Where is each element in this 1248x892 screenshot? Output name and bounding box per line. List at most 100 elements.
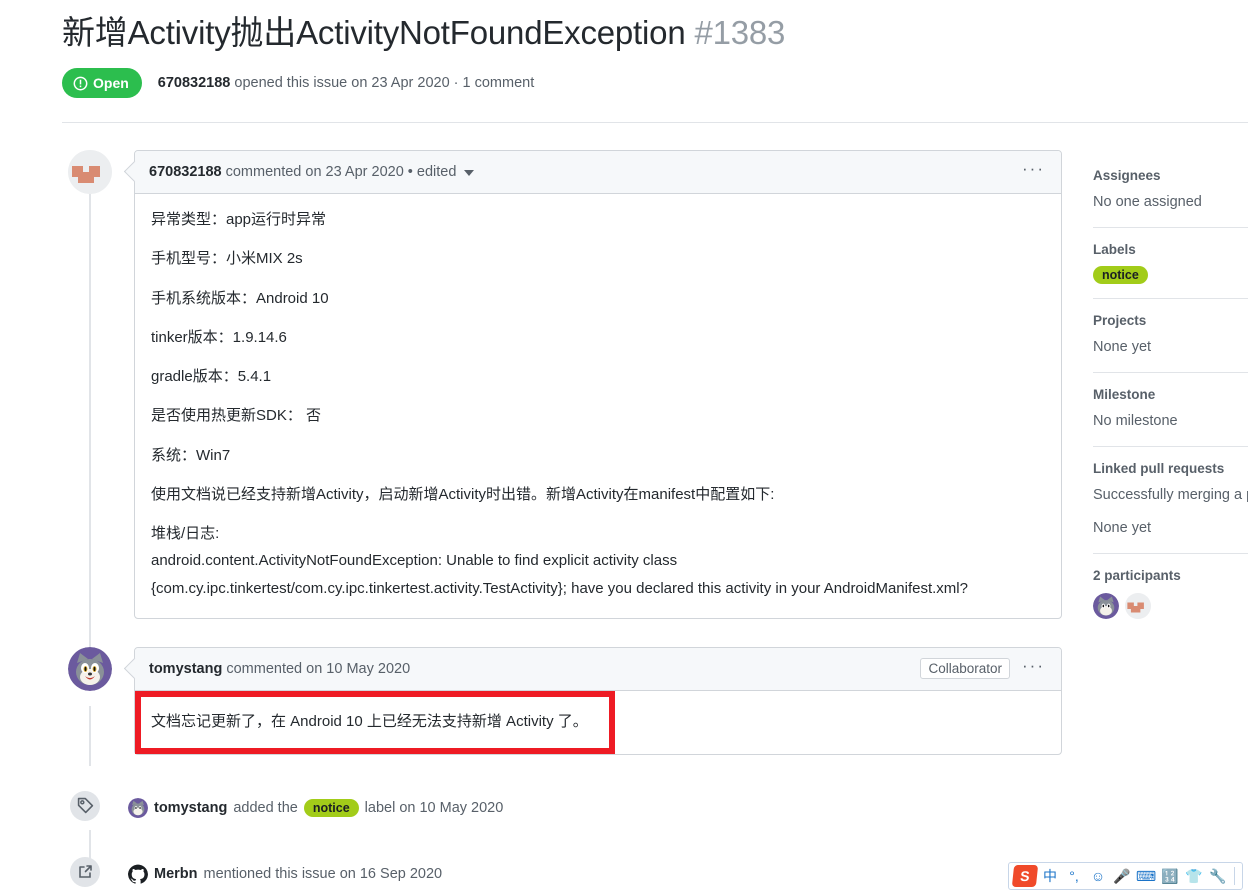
- identicon-avatar: [1125, 593, 1151, 620]
- comment-box: tomystang commented on 10 May 2020 Colla…: [134, 646, 1062, 755]
- tom-cat-avatar: [128, 797, 148, 818]
- ime-settings-icon[interactable]: 🔧: [1207, 865, 1229, 887]
- issue-timeline: 670832188 commented on 23 Apr 2020 • edi…: [62, 150, 1062, 891]
- sidebar-value: No one assigned: [1093, 194, 1202, 210]
- chevron-down-icon[interactable]: [464, 164, 475, 180]
- ime-punctuation-icon[interactable]: °,: [1063, 865, 1085, 887]
- comment-timestamp: commented on 23 Apr 2020 • edited: [225, 164, 457, 180]
- ime-emoji-icon[interactable]: ☺: [1087, 865, 1109, 887]
- sogou-logo-icon[interactable]: S: [1011, 865, 1039, 887]
- tom-cat-avatar: [1093, 593, 1119, 620]
- identicon-avatar: [68, 150, 112, 194]
- github-mark-icon: [128, 864, 148, 884]
- stack-heading: 堆栈/日志:: [151, 525, 220, 542]
- comment-header: 670832188 commented on 23 Apr 2020 • edi…: [135, 151, 1061, 194]
- ime-toolbar[interactable]: S 中 °, ☺ 🎤 ⌨ 🔢 👕 🔧: [1008, 862, 1243, 890]
- ime-mode-chinese-icon[interactable]: 中: [1039, 865, 1061, 887]
- avatar[interactable]: [68, 150, 112, 194]
- comment-header-right: Collaborator ···: [920, 657, 1047, 680]
- issue-title-text: 新增Activity抛出ActivityNotFoundException: [62, 14, 686, 51]
- issue-number: #1383: [694, 14, 786, 51]
- comment-options-button[interactable]: ···: [1020, 160, 1047, 180]
- label-chip[interactable]: notice: [1093, 266, 1148, 285]
- stack-line: {com.cy.ipc.tinkertest/com.cy.ipc.tinker…: [151, 579, 968, 597]
- ime-keyboard-icon[interactable]: ⌨: [1135, 865, 1157, 887]
- issue-opened-icon: [73, 76, 88, 90]
- ime-voice-icon[interactable]: 🎤: [1111, 865, 1133, 887]
- sidebar-note: Successfully merging a pul issue.: [1093, 487, 1248, 504]
- event-suffix: label on 10 May 2020: [364, 799, 504, 816]
- sidebar-title[interactable]: Assignees: [1093, 168, 1248, 183]
- avatar[interactable]: [68, 646, 112, 691]
- issue-header: 新增Activity抛出ActivityNotFoundException #1…: [62, 12, 1062, 98]
- sidebar-title[interactable]: Milestone: [1093, 387, 1248, 402]
- comment-options-button[interactable]: ···: [1020, 657, 1047, 677]
- comment-header: tomystang commented on 10 May 2020 Colla…: [135, 647, 1061, 691]
- header-divider: [62, 122, 1248, 123]
- comment-line: 文档忘记更新了，在 Android 10 上已经无法支持新增 Activity …: [151, 712, 588, 730]
- comment-line: 系统：Win7: [151, 446, 231, 464]
- sidebar-title[interactable]: Projects: [1093, 313, 1248, 328]
- page-title: 新增Activity抛出ActivityNotFoundException #1…: [62, 12, 1062, 54]
- sidebar-title: 2 participants: [1093, 568, 1181, 584]
- timeline-rail: [89, 706, 91, 766]
- avatar[interactable]: [1093, 593, 1119, 620]
- comment-thread-item: tomystang commented on 10 May 2020 Colla…: [62, 646, 1062, 755]
- sidebar-section-assignees: Assignees No one assigned: [1093, 168, 1248, 227]
- comment-line: 手机型号：小米MIX 2s: [151, 250, 303, 268]
- ime-calendar-icon[interactable]: 🔢: [1159, 865, 1181, 887]
- issue-author[interactable]: 670832188: [158, 75, 231, 91]
- comment-line: 是否使用热更新SDK： 否: [151, 407, 322, 425]
- comment-thread-item: 670832188 commented on 23 Apr 2020 • edi…: [62, 150, 1062, 619]
- sidebar-value: None yet: [1093, 520, 1152, 537]
- participants-list: [1093, 593, 1248, 620]
- sidebar-section-milestone: Milestone No milestone: [1093, 372, 1248, 446]
- timeline-event-text: tomystang added the notice label on 10 M…: [128, 797, 504, 818]
- event-prefix: added the: [233, 799, 298, 816]
- sidebar-title[interactable]: Labels: [1093, 242, 1248, 257]
- ime-separator: [1234, 867, 1235, 885]
- sidebar-section-participants: 2 participants: [1093, 553, 1248, 633]
- timeline-event: Merbn mentioned this issue on 16 Sep 202…: [62, 856, 1062, 891]
- issue-page: 新增Activity抛出ActivityNotFoundException #1…: [0, 0, 1248, 892]
- comment-header-left: 670832188 commented on 23 Apr 2020 • edi…: [149, 164, 475, 180]
- stack-line: android.content.ActivityNotFoundExceptio…: [151, 552, 678, 570]
- comment-timestamp: commented on 10 May 2020: [226, 660, 411, 677]
- event-suffix: mentioned this issue on 16 Sep 2020: [203, 865, 443, 882]
- comment-header-left: tomystang commented on 10 May 2020: [149, 661, 410, 677]
- ime-skin-icon[interactable]: 👕: [1183, 865, 1205, 887]
- status-badge-label: Open: [93, 75, 129, 91]
- label-chip[interactable]: notice: [303, 798, 359, 817]
- comment-body: 文档忘记更新了，在 Android 10 上已经无法支持新增 Activity …: [135, 690, 1061, 754]
- status-badge[interactable]: Open: [62, 68, 142, 98]
- comment-author[interactable]: tomystang: [149, 661, 222, 677]
- event-actor[interactable]: Merbn: [154, 866, 198, 882]
- avatar[interactable]: [128, 797, 148, 818]
- issue-sidebar: Assignees No one assigned Labels notice …: [1093, 168, 1248, 633]
- sidebar-value: None yet: [1093, 339, 1152, 356]
- comment-author[interactable]: 670832188: [149, 164, 222, 180]
- comment-header-right: ···: [1020, 160, 1047, 180]
- cross-reference-icon: [70, 856, 100, 887]
- tom-cat-avatar: [68, 646, 112, 691]
- comment-line: 使用文档说已经支持新增Activity，启动新增Activity时出错。新增Ac…: [151, 485, 775, 503]
- avatar[interactable]: [1125, 593, 1151, 620]
- issue-meta-text: 670832188 opened this issue on 23 Apr 20…: [158, 75, 534, 91]
- timeline-event-text: Merbn mentioned this issue on 16 Sep 202…: [128, 864, 442, 884]
- comment-box: 670832188 commented on 23 Apr 2020 • edi…: [134, 150, 1062, 619]
- collaborator-badge: Collaborator: [920, 658, 1011, 680]
- issue-meta-row: Open 670832188 opened this issue on 23 A…: [62, 68, 1062, 98]
- sidebar-section-projects: Projects None yet: [1093, 298, 1248, 372]
- sidebar-title[interactable]: Linked pull requests: [1093, 461, 1248, 476]
- octocat-avatar[interactable]: [128, 864, 148, 884]
- sidebar-section-linked-prs: Linked pull requests Successfully mergin…: [1093, 446, 1248, 553]
- comment-body: 异常类型：app运行时异常 手机型号：小米MIX 2s 手机系统版本：Andro…: [135, 194, 1061, 618]
- tag-icon: [70, 790, 100, 821]
- issue-meta-suffix: opened this issue on 23 Apr 2020 · 1 com…: [234, 75, 535, 91]
- sidebar-value: No milestone: [1093, 413, 1178, 430]
- event-actor[interactable]: tomystang: [154, 800, 227, 816]
- sidebar-section-labels: Labels notice: [1093, 227, 1248, 298]
- timeline-event: tomystang added the notice label on 10 M…: [62, 790, 1062, 825]
- highlight-annotation-box: 文档忘记更新了，在 Android 10 上已经无法支持新增 Activity …: [135, 690, 615, 754]
- comment-line: gradle版本：5.4.1: [151, 368, 272, 385]
